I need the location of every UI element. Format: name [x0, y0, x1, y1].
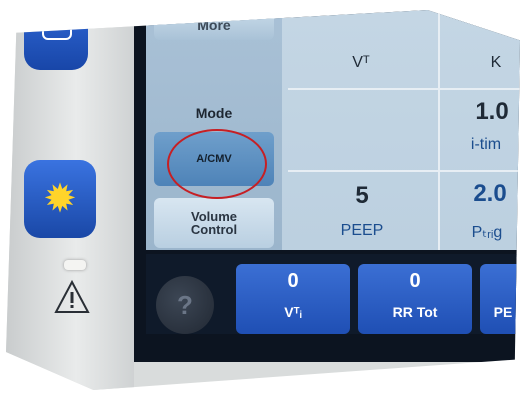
- lung-icon: [42, 22, 72, 40]
- volume-control-line2: Control: [190, 222, 238, 237]
- ptrig-value[interactable]: 2.0: [458, 180, 520, 208]
- rr-tot-value: 0: [409, 270, 421, 292]
- sun-icon: ✹: [43, 177, 77, 221]
- vti-tile[interactable]: 0 Vᵀᵢ: [236, 264, 350, 334]
- question-mark-icon[interactable]: ?: [156, 276, 214, 334]
- brightness-button[interactable]: ✹: [24, 160, 96, 238]
- vti-value: 0: [287, 270, 299, 292]
- volume-control-button[interactable]: Volume Control: [154, 198, 274, 248]
- itime-label[interactable]: i-tim: [446, 136, 520, 154]
- itime-value[interactable]: 1.0: [462, 98, 520, 126]
- peep-value[interactable]: 5: [332, 182, 392, 210]
- rr-tot-label: RR Tot: [392, 304, 438, 320]
- pe-label: PE: [493, 304, 513, 320]
- more-button[interactable]: More: [154, 10, 274, 40]
- vti-label: Vᵀᵢ: [284, 304, 302, 320]
- red-annotation-circle: [167, 129, 267, 199]
- vt-label[interactable]: Vᵀ: [306, 54, 416, 72]
- k-label[interactable]: K: [476, 54, 516, 72]
- ptrig-label[interactable]: Pₜᵣᵢg: [452, 222, 520, 242]
- grid-divider-1: [288, 88, 520, 90]
- grid-divider-2: [288, 170, 520, 172]
- pe-tile[interactable]: PE: [480, 264, 520, 334]
- peep-label[interactable]: PEEP: [312, 222, 412, 240]
- warning-triangle-icon: [54, 280, 90, 313]
- status-led: [64, 260, 86, 270]
- grid-divider-vertical: [438, 10, 440, 250]
- mode-label: Mode: [195, 105, 233, 121]
- rr-tot-tile[interactable]: 0 RR Tot: [358, 264, 472, 334]
- top-side-button[interactable]: [24, 10, 88, 70]
- photo-frame: ✹ More Mode A/CMV Volume Control Vᵀ K 1.…: [6, 10, 520, 390]
